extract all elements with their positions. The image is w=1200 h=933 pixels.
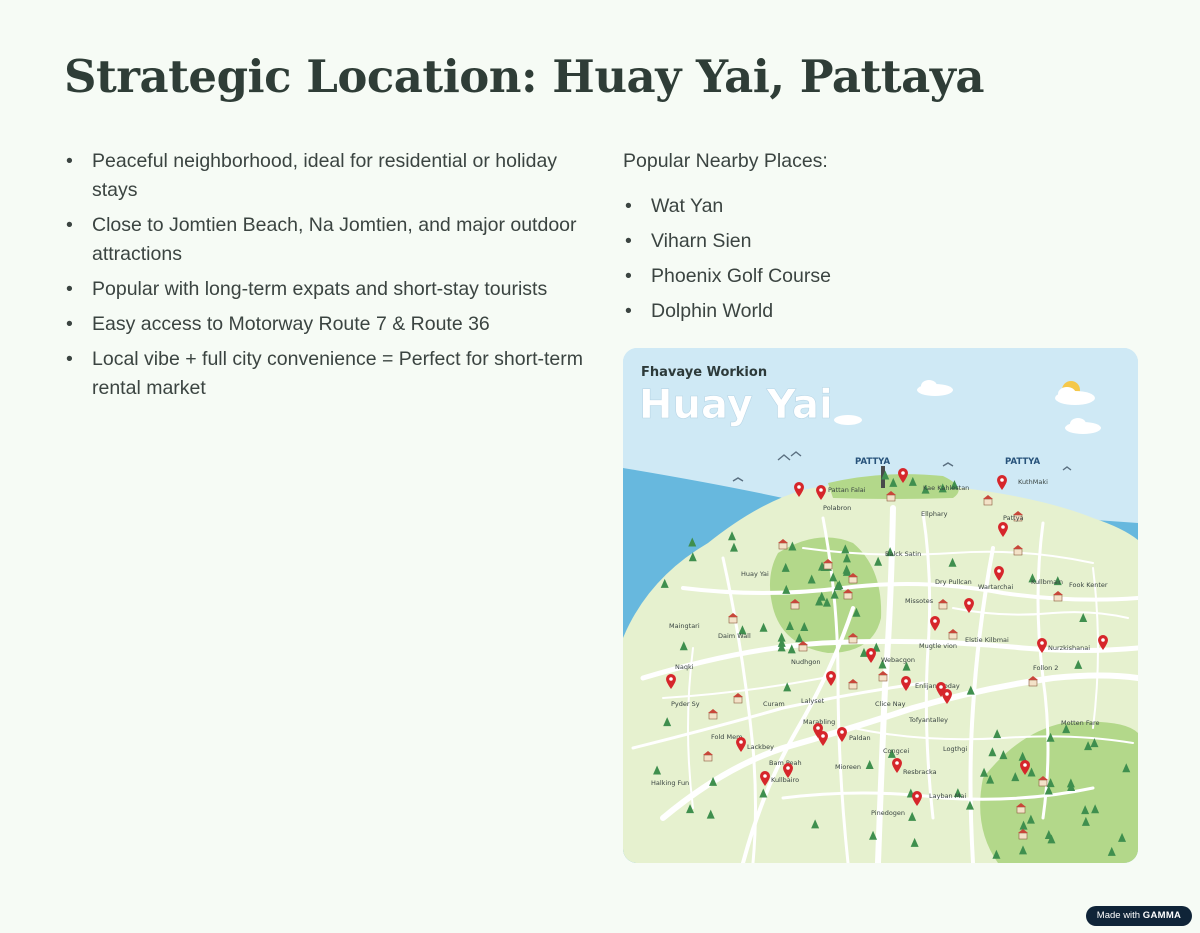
nearby-places-list: Wat Yan Viharn Sien Phoenix Golf Course …	[623, 192, 1123, 332]
map-place-label: Kae Kahlestan	[923, 484, 969, 492]
map-place-label: KuthMaki	[1018, 478, 1048, 486]
map-place-label: Layban Mai	[929, 792, 966, 800]
map-place-label: Dry Pullcan	[935, 578, 972, 586]
map-place-label: Elstie Kilbmai	[965, 636, 1009, 644]
map-place-label: Clice Nay	[875, 700, 906, 708]
nearby-place-item: Wat Yan	[623, 192, 1123, 221]
map-place-label: Congcei	[883, 747, 909, 755]
map-place-label: Kullbairo	[771, 776, 799, 784]
map-place-label: Curam	[763, 700, 785, 708]
map-place-label: Webacgon	[881, 656, 915, 664]
map-place-label: Motten Fare	[1061, 719, 1100, 727]
map-place-label: Resbracka	[903, 768, 937, 776]
map-illustration: Fhavaye Workion Huay Yai PATTYA PATTYA P…	[623, 348, 1138, 863]
map-place-label: Mioreen	[835, 763, 861, 771]
map-place-label: Pattya	[1003, 514, 1024, 522]
map-subtitle: Fhavaye Workion	[641, 365, 767, 380]
feature-bullet: Close to Jomtien Beach, Na Jomtien, and …	[64, 211, 584, 269]
map-place-label: Mugtle vion	[919, 642, 957, 650]
map-place-label: Huay Yai	[741, 570, 769, 578]
map-place-label: Balck Satin	[885, 550, 921, 558]
nearby-place-item: Viharn Sien	[623, 227, 1123, 256]
map-canvas: Fhavaye Workion Huay Yai PATTYA PATTYA P…	[623, 348, 1138, 863]
slide-title: Strategic Location: Huay Yai, Pattaya	[64, 50, 985, 103]
map-place-label: Daim Wall	[718, 632, 751, 640]
map-place-label: Tofyantalley	[908, 716, 948, 724]
map-place-label: Fook Kenter	[1069, 581, 1108, 589]
map-place-label: Pinedogen	[871, 809, 905, 817]
map-place-label: Halking Fun	[651, 779, 689, 787]
map-place-label: Naqki	[675, 663, 694, 671]
map-place-label: Missotes	[905, 597, 934, 605]
feature-bullet: Local vibe + full city convenience = Per…	[64, 345, 584, 403]
map-place-label: Paldan	[849, 734, 871, 742]
map-place-label: Pattan Falai	[828, 486, 866, 494]
map-title: Huay Yai	[639, 382, 833, 428]
feature-bullet: Peaceful neighborhood, ideal for residen…	[64, 147, 584, 205]
nearby-places-heading: Popular Nearby Places:	[623, 150, 828, 172]
map-place-label: Pyder Sy	[671, 700, 700, 708]
map-place-label: Kullbmain	[1031, 578, 1063, 586]
map-place-label: Nurzkishanai	[1048, 644, 1090, 652]
cloud-icon	[834, 415, 862, 425]
feature-bullet: Easy access to Motorway Route 7 & Route …	[64, 310, 584, 339]
badge-prefix: Made with	[1096, 910, 1141, 921]
map-place-label: Logthgi	[943, 745, 967, 753]
made-with-gamma-badge[interactable]: Made with GAMMA	[1086, 906, 1192, 926]
map-place-label: Polabron	[823, 504, 851, 512]
nearby-place-item: Dolphin World	[623, 297, 1123, 326]
map-place-label: Ellphary	[921, 510, 948, 518]
map-place-label: Lalyset	[801, 697, 825, 705]
nearby-place-item: Phoenix Golf Course	[623, 262, 1123, 291]
map-region-label: PATTYA	[1005, 457, 1041, 467]
map-place-label: Maingtari	[669, 622, 700, 630]
map-place-label: Nudhgon	[791, 658, 820, 666]
map-place-label: Follon 2	[1033, 664, 1058, 672]
feature-bullet: Popular with long-term expats and short-…	[64, 275, 584, 304]
map-region-label: PATTYA	[855, 457, 891, 467]
map-place-label: Wartarchai	[978, 583, 1013, 591]
feature-bullet-list: Peaceful neighborhood, ideal for residen…	[64, 147, 584, 409]
badge-brand: GAMMA	[1142, 910, 1182, 921]
map-place-label: Lackbey	[747, 743, 774, 751]
